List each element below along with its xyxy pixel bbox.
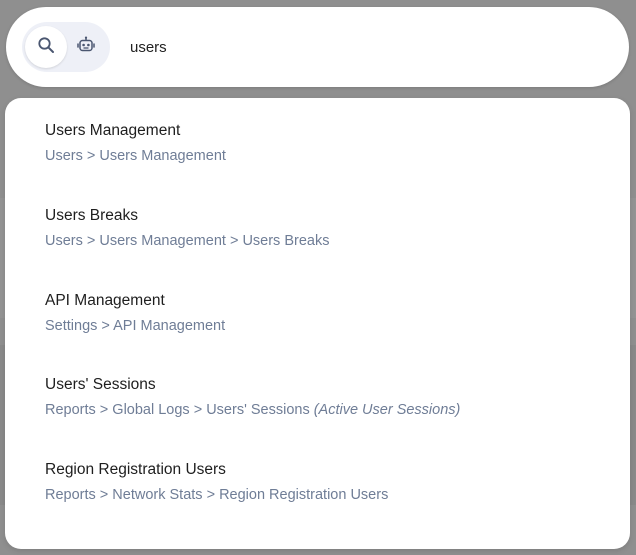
search-result-item[interactable]: Users Breaks Users > Users Management > … [5, 183, 630, 267]
result-breadcrumb: Users > Users Management [45, 148, 226, 164]
result-title: Users' Sessions [45, 376, 156, 393]
result-title: Region Registration Users [45, 461, 226, 478]
global-search-bar [6, 7, 629, 87]
result-path-text: Users > Users Management > Users Breaks [45, 233, 330, 249]
result-title: API Management [45, 292, 165, 309]
result-path-text: Settings > API Management [45, 318, 226, 334]
result-breadcrumb: Settings > API Management [45, 318, 225, 334]
result-title: Users Breaks [45, 207, 139, 224]
result-path-text: Reports > Global Logs > Users' Sessions [45, 402, 310, 418]
search-result-item[interactable]: Region Registration Users Reports > Netw… [5, 437, 630, 521]
result-breadcrumb: Reports > Global Logs > Users' Sessions(… [45, 402, 460, 418]
search-icon [37, 36, 55, 59]
search-mode-toggle [22, 22, 110, 72]
result-path-text: Reports > Network Stats > Region Registr… [45, 487, 389, 503]
result-breadcrumb: Users > Users Management > Users Breaks [45, 233, 329, 249]
search-result-item[interactable]: Users Management Users > Users Managemen… [5, 98, 630, 182]
result-path-text: Users > Users Management [45, 148, 226, 164]
search-results-dropdown: Users Management Users > Users Managemen… [5, 98, 630, 549]
search-result-item[interactable]: API Management Settings > API Management [5, 268, 630, 352]
result-breadcrumb: Reports > Network Stats > Region Registr… [45, 487, 388, 503]
robot-icon [77, 36, 95, 59]
search-mode-button[interactable] [25, 26, 67, 68]
search-input[interactable] [128, 33, 612, 61]
assistant-mode-button[interactable] [65, 26, 107, 68]
search-result-item[interactable]: Users' Sessions Reports > Global Logs > … [5, 352, 630, 436]
result-note: (Active User Sessions) [313, 402, 461, 418]
result-title: Users Management [45, 122, 181, 139]
